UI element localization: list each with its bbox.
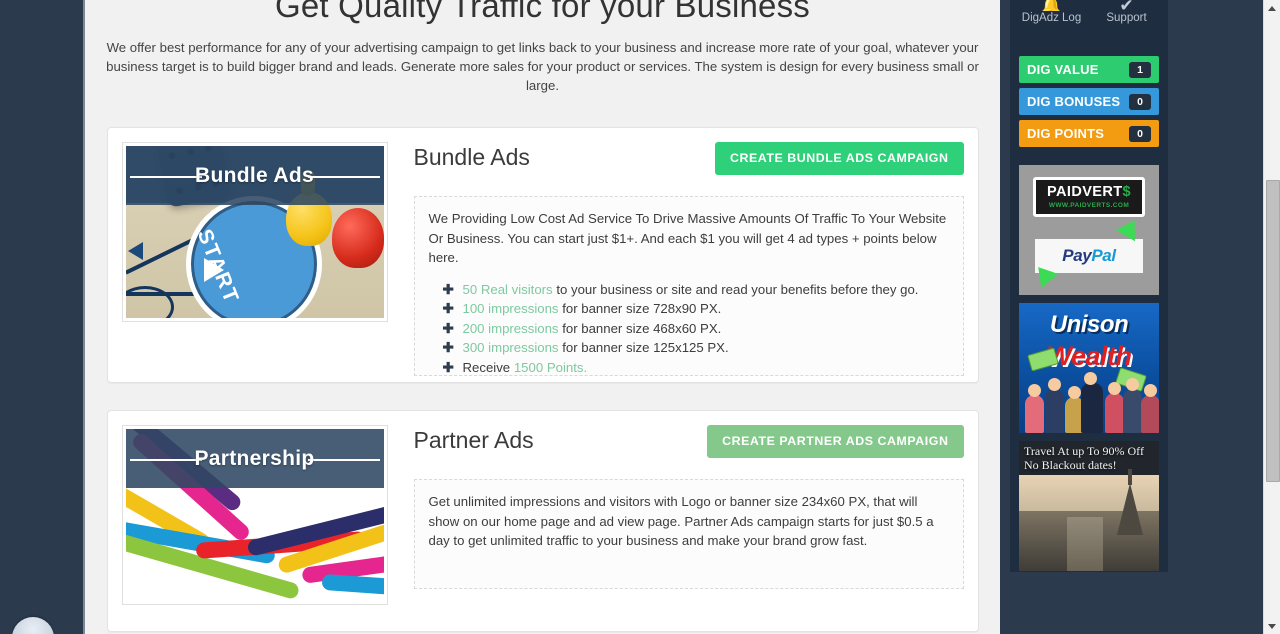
partner-ads-thumbnail: Partnership	[121, 425, 388, 605]
feature-highlight: 100 impressions	[462, 301, 559, 316]
right-sidebar: 🔔 DigAdz Log ✔ Support DIG VALUE 1 DIG B…	[1010, 0, 1168, 572]
sidebar-gutter	[1000, 0, 1010, 634]
list-item: ✚ 100 impressions for banner size 728x90 …	[443, 299, 949, 318]
paypal-word-a: Pay	[1062, 246, 1092, 265]
status-badge: 1	[1129, 61, 1151, 78]
sidebar-nav: 🔔 DigAdz Log ✔ Support	[1010, 0, 1168, 30]
partner-ads-body: Partner Ads CREATE PARTNER ADS CAMPAIGN …	[388, 425, 964, 617]
bundle-ads-description-box: We Providing Low Cost Ad Service To Driv…	[413, 196, 964, 377]
feature-rest: for banner size 468x60 PX.	[558, 320, 722, 336]
plus-icon: ✚	[442, 281, 454, 297]
page-root: Get Quality Traffic for your Business We…	[0, 0, 1280, 634]
feature-rest: for banner size 728x90 PX.	[558, 301, 722, 316]
paidverts-logo: PAIDVERT$ WWW.PAIDVERTS.COM	[1033, 177, 1145, 217]
bundle-ads-description: We Providing Low Cost Ad Service To Driv…	[428, 211, 947, 265]
list-item: ✚ 300 impressions for banner size 125x125…	[443, 338, 949, 357]
plus-icon: ✚	[442, 359, 454, 375]
bundle-ads-thumbnail: START Bundle Ads	[121, 142, 388, 322]
scrollbar-thumb[interactable]	[1266, 180, 1280, 482]
feature-rest: to your business or site and read your b…	[552, 281, 919, 297]
sidebar-item-digadz-log[interactable]: 🔔 DigAdz Log	[1014, 0, 1089, 30]
feature-prefix: Receive	[462, 359, 514, 375]
partner-ads-description-box: Get unlimited impressions and visitors w…	[413, 479, 964, 589]
feature-highlight: 300 impressions	[462, 340, 559, 355]
feature-highlight: 200 impressions	[462, 320, 559, 336]
bundle-ads-title: Bundle Ads	[413, 144, 530, 170]
stat-label: DIG VALUE	[1027, 62, 1099, 77]
status-badge: 0	[1129, 93, 1151, 110]
create-bundle-ads-campaign-button[interactable]: CREATE BUNDLE ADS CAMPAIGN	[714, 142, 964, 175]
bundle-thumb-caption: Bundle Ads	[195, 164, 314, 187]
list-item: ✚ Receive 1500 Points.	[443, 358, 949, 377]
partner-thumb-caption: Partnership	[194, 447, 315, 470]
eiffel-tower-icon	[1117, 468, 1143, 535]
travel-banner[interactable]: Travel At up To 90% Off No Blackout date…	[1019, 441, 1159, 571]
green-arrow-icon	[1115, 214, 1145, 242]
partner-ads-description: Get unlimited impressions and visitors w…	[428, 494, 934, 548]
list-item: ✚ 50 Real visitors to your business or si…	[443, 280, 949, 299]
sidebar-banner-ads: PAIDVERT$ WWW.PAIDVERTS.COM PayPal Uniso…	[1010, 165, 1168, 571]
main-content-column: Get Quality Traffic for your Business We…	[85, 0, 1000, 634]
unison-wealth-banner[interactable]: Unison Wealth	[1019, 303, 1159, 433]
paypal-word-b: Pal	[1091, 246, 1116, 265]
feature-rest: for banner size 125x125 PX.	[558, 340, 729, 355]
create-partner-ads-campaign-button[interactable]: CREATE PARTNER ADS CAMPAIGN	[707, 425, 964, 458]
sidebar-item-label: DigAdz Log	[1021, 12, 1082, 24]
bell-icon: 🔔	[1040, 0, 1063, 11]
stat-label: DIG POINTS	[1027, 126, 1105, 141]
paidverts-word: PAIDVERT	[1047, 184, 1123, 200]
plus-icon: ✚	[442, 301, 454, 316]
paidverts-banner[interactable]: PAIDVERT$ WWW.PAIDVERTS.COM PayPal	[1019, 165, 1159, 295]
sidebar-stats: DIG VALUE 1 DIG BONUSES 0 DIG POINTS 0	[1010, 56, 1168, 147]
stat-label: DIG BONUSES	[1027, 94, 1121, 109]
list-item: ✚ 200 impressions for banner size 468x60 …	[443, 319, 949, 338]
people-illustration	[1019, 372, 1159, 433]
feature-highlight: 1500 Points.	[513, 359, 588, 375]
unison-line1: Unison	[1049, 311, 1129, 338]
feature-highlight: 50 Real visitors	[462, 281, 553, 297]
page-title: Get Quality Traffic for your Business	[275, 0, 810, 24]
scroll-down-arrow-icon[interactable]	[1264, 618, 1280, 634]
plus-icon: ✚	[442, 320, 454, 336]
bundle-ads-feature-list: ✚ 50 Real visitors to your business or si…	[429, 280, 949, 377]
scroll-up-arrow-icon[interactable]	[1264, 0, 1280, 16]
bundle-ads-body: Bundle Ads CREATE BUNDLE ADS CAMPAIGN We…	[388, 142, 964, 376]
paidverts-url: WWW.PAIDVERTS.COM	[1048, 202, 1130, 209]
stat-dig-points[interactable]: DIG POINTS 0	[1019, 120, 1159, 147]
plus-icon: ✚	[442, 340, 454, 355]
stat-dig-bonuses[interactable]: DIG BONUSES 0	[1019, 88, 1159, 115]
partner-ads-title: Partner Ads	[413, 427, 534, 453]
travel-line2: No Blackout dates!	[1024, 458, 1117, 472]
paidverts-accent: $	[1122, 184, 1131, 200]
travel-line1: Travel At up To 90% Off	[1024, 444, 1144, 458]
status-badge: 0	[1129, 125, 1151, 142]
sidebar-item-label: Support	[1106, 12, 1147, 24]
partner-ads-card: Partnership Partner Ads CREATE PARTNER A…	[106, 410, 979, 632]
sidebar-item-support[interactable]: ✔ Support	[1089, 0, 1164, 30]
bundle-ads-card: START Bundle Ads Bundle Ads CREATE BUNDL…	[106, 127, 979, 383]
page-subtitle: We offer best performance for any of you…	[106, 40, 979, 93]
check-double-icon: ✔	[1119, 0, 1134, 11]
stat-dig-value[interactable]: DIG VALUE 1	[1019, 56, 1159, 83]
page-scrollbar[interactable]	[1263, 0, 1280, 634]
left-gutter	[0, 0, 83, 634]
floating-circle-widget[interactable]	[12, 617, 54, 634]
